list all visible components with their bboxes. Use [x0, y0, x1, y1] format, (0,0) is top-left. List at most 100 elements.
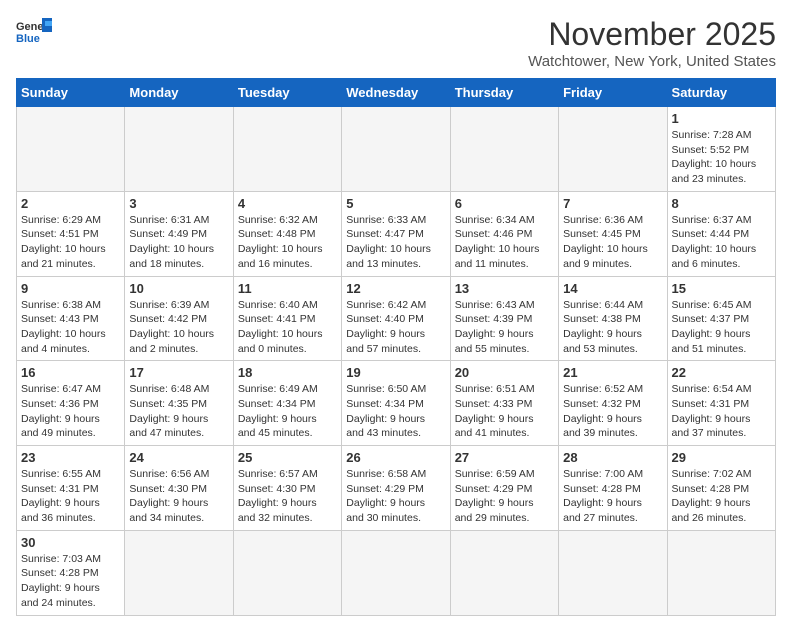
- day-info: Sunrise: 6:55 AM Sunset: 4:31 PM Dayligh…: [21, 467, 120, 526]
- day-number: 9: [21, 281, 120, 296]
- day-number: 30: [21, 535, 120, 550]
- day-info: Sunrise: 7:02 AM Sunset: 4:28 PM Dayligh…: [672, 467, 771, 526]
- day-info: Sunrise: 6:39 AM Sunset: 4:42 PM Dayligh…: [129, 298, 228, 357]
- day-info: Sunrise: 6:29 AM Sunset: 4:51 PM Dayligh…: [21, 213, 120, 272]
- calendar-cell: 27Sunrise: 6:59 AM Sunset: 4:29 PM Dayli…: [450, 446, 558, 531]
- calendar-cell: 14Sunrise: 6:44 AM Sunset: 4:38 PM Dayli…: [559, 276, 667, 361]
- day-info: Sunrise: 6:49 AM Sunset: 4:34 PM Dayligh…: [238, 382, 337, 441]
- day-info: Sunrise: 6:59 AM Sunset: 4:29 PM Dayligh…: [455, 467, 554, 526]
- calendar-cell: 7 Sunrise: 6:36 AM Sunset: 4:45 PM Daylig…: [559, 191, 667, 276]
- calendar-cell: 8Sunrise: 6:37 AM Sunset: 4:44 PM Daylig…: [667, 191, 775, 276]
- day-number: 11: [238, 281, 337, 296]
- day-info: Sunrise: 6:40 AM Sunset: 4:41 PM Dayligh…: [238, 298, 337, 357]
- day-number: 23: [21, 450, 120, 465]
- calendar-cell: [342, 107, 450, 192]
- calendar-cell: [559, 107, 667, 192]
- weekday-header-row: SundayMondayTuesdayWednesdayThursdayFrid…: [17, 79, 776, 107]
- weekday-header-friday: Friday: [559, 79, 667, 107]
- calendar-cell: 12 Sunrise: 6:42 AM Sunset: 4:40 PM Dayli…: [342, 276, 450, 361]
- svg-text:Blue: Blue: [16, 33, 40, 44]
- day-number: 29: [672, 450, 771, 465]
- day-number: 10: [129, 281, 228, 296]
- calendar-table: SundayMondayTuesdayWednesdayThursdayFrid…: [16, 78, 776, 616]
- day-number: 24: [129, 450, 228, 465]
- calendar-cell: 29 Sunrise: 7:02 AM Sunset: 4:28 PM Dayli…: [667, 446, 775, 531]
- day-info: Sunrise: 6:43 AM Sunset: 4:39 PM Dayligh…: [455, 298, 554, 357]
- day-info: Sunrise: 6:56 AM Sunset: 4:30 PM Dayligh…: [129, 467, 228, 526]
- day-info: Sunrise: 7:03 AM Sunset: 4:28 PM Dayligh…: [21, 552, 120, 611]
- day-number: 13: [455, 281, 554, 296]
- calendar-cell: 4Sunrise: 6:32 AM Sunset: 4:48 PM Daylig…: [233, 191, 341, 276]
- calendar-cell: [342, 530, 450, 615]
- day-number: 14: [563, 281, 662, 296]
- day-number: 28: [563, 450, 662, 465]
- day-info: Sunrise: 6:36 AM Sunset: 4:45 PM Dayligh…: [563, 213, 662, 272]
- calendar-cell: 30 Sunrise: 7:03 AM Sunset: 4:28 PM Dayli…: [17, 530, 125, 615]
- day-number: 18: [238, 365, 337, 380]
- calendar-week-row: 1 Sunrise: 7:28 AM Sunset: 5:52 PM Daylig…: [17, 107, 776, 192]
- weekday-header-monday: Monday: [125, 79, 233, 107]
- day-number: 12: [346, 281, 445, 296]
- day-number: 5: [346, 196, 445, 211]
- day-number: 26: [346, 450, 445, 465]
- calendar-week-row: 2 Sunrise: 6:29 AM Sunset: 4:51 PM Daylig…: [17, 191, 776, 276]
- weekday-header-thursday: Thursday: [450, 79, 558, 107]
- calendar-cell: 9 Sunrise: 6:38 AM Sunset: 4:43 PM Daylig…: [17, 276, 125, 361]
- day-info: Sunrise: 6:31 AM Sunset: 4:49 PM Dayligh…: [129, 213, 228, 272]
- calendar-cell: 10 Sunrise: 6:39 AM Sunset: 4:42 PM Dayli…: [125, 276, 233, 361]
- calendar-cell: 16Sunrise: 6:47 AM Sunset: 4:36 PM Dayli…: [17, 361, 125, 446]
- calendar-cell: 28Sunrise: 7:00 AM Sunset: 4:28 PM Dayli…: [559, 446, 667, 531]
- calendar-cell: 26 Sunrise: 6:58 AM Sunset: 4:29 PM Dayli…: [342, 446, 450, 531]
- calendar-cell: 24 Sunrise: 6:56 AM Sunset: 4:30 PM Dayli…: [125, 446, 233, 531]
- calendar-week-row: 30 Sunrise: 7:03 AM Sunset: 4:28 PM Dayli…: [17, 530, 776, 615]
- day-info: Sunrise: 6:47 AM Sunset: 4:36 PM Dayligh…: [21, 382, 120, 441]
- calendar-cell: 5 Sunrise: 6:33 AM Sunset: 4:47 PM Daylig…: [342, 191, 450, 276]
- day-info: Sunrise: 6:50 AM Sunset: 4:34 PM Dayligh…: [346, 382, 445, 441]
- calendar-cell: 17 Sunrise: 6:48 AM Sunset: 4:35 PM Dayli…: [125, 361, 233, 446]
- logo-icon: General Blue: [16, 16, 52, 44]
- calendar-cell: 2 Sunrise: 6:29 AM Sunset: 4:51 PM Daylig…: [17, 191, 125, 276]
- day-number: 19: [346, 365, 445, 380]
- calendar-cell: 23 Sunrise: 6:55 AM Sunset: 4:31 PM Dayli…: [17, 446, 125, 531]
- day-number: 22: [672, 365, 771, 380]
- calendar-week-row: 16Sunrise: 6:47 AM Sunset: 4:36 PM Dayli…: [17, 361, 776, 446]
- calendar-cell: 11 Sunrise: 6:40 AM Sunset: 4:41 PM Dayli…: [233, 276, 341, 361]
- day-info: Sunrise: 6:51 AM Sunset: 4:33 PM Dayligh…: [455, 382, 554, 441]
- calendar-cell: 25Sunrise: 6:57 AM Sunset: 4:30 PM Dayli…: [233, 446, 341, 531]
- day-number: 21: [563, 365, 662, 380]
- day-info: Sunrise: 6:37 AM Sunset: 4:44 PM Dayligh…: [672, 213, 771, 272]
- weekday-header-saturday: Saturday: [667, 79, 775, 107]
- calendar-cell: [450, 107, 558, 192]
- weekday-header-wednesday: Wednesday: [342, 79, 450, 107]
- day-info: Sunrise: 6:48 AM Sunset: 4:35 PM Dayligh…: [129, 382, 228, 441]
- calendar-cell: [233, 530, 341, 615]
- day-number: 20: [455, 365, 554, 380]
- day-info: Sunrise: 6:33 AM Sunset: 4:47 PM Dayligh…: [346, 213, 445, 272]
- day-number: 17: [129, 365, 228, 380]
- day-info: Sunrise: 6:42 AM Sunset: 4:40 PM Dayligh…: [346, 298, 445, 357]
- month-title: November 2025: [528, 16, 776, 53]
- calendar-cell: 22Sunrise: 6:54 AM Sunset: 4:31 PM Dayli…: [667, 361, 775, 446]
- page-header: General Blue November 2025 Watchtower, N…: [16, 16, 776, 70]
- calendar-cell: [17, 107, 125, 192]
- day-info: Sunrise: 7:28 AM Sunset: 5:52 PM Dayligh…: [672, 128, 771, 187]
- day-number: 7: [563, 196, 662, 211]
- calendar-cell: 21Sunrise: 6:52 AM Sunset: 4:32 PM Dayli…: [559, 361, 667, 446]
- day-number: 15: [672, 281, 771, 296]
- calendar-cell: [559, 530, 667, 615]
- calendar-cell: 1 Sunrise: 7:28 AM Sunset: 5:52 PM Daylig…: [667, 107, 775, 192]
- calendar-cell: 20 Sunrise: 6:51 AM Sunset: 4:33 PM Dayli…: [450, 361, 558, 446]
- calendar-cell: 18 Sunrise: 6:49 AM Sunset: 4:34 PM Dayli…: [233, 361, 341, 446]
- day-info: Sunrise: 6:57 AM Sunset: 4:30 PM Dayligh…: [238, 467, 337, 526]
- calendar-cell: [450, 530, 558, 615]
- calendar-cell: [125, 107, 233, 192]
- day-number: 1: [672, 111, 771, 126]
- day-number: 3: [129, 196, 228, 211]
- day-info: Sunrise: 6:34 AM Sunset: 4:46 PM Dayligh…: [455, 213, 554, 272]
- day-number: 2: [21, 196, 120, 211]
- day-info: Sunrise: 6:58 AM Sunset: 4:29 PM Dayligh…: [346, 467, 445, 526]
- calendar-cell: [233, 107, 341, 192]
- weekday-header-tuesday: Tuesday: [233, 79, 341, 107]
- weekday-header-sunday: Sunday: [17, 79, 125, 107]
- day-info: Sunrise: 6:38 AM Sunset: 4:43 PM Dayligh…: [21, 298, 120, 357]
